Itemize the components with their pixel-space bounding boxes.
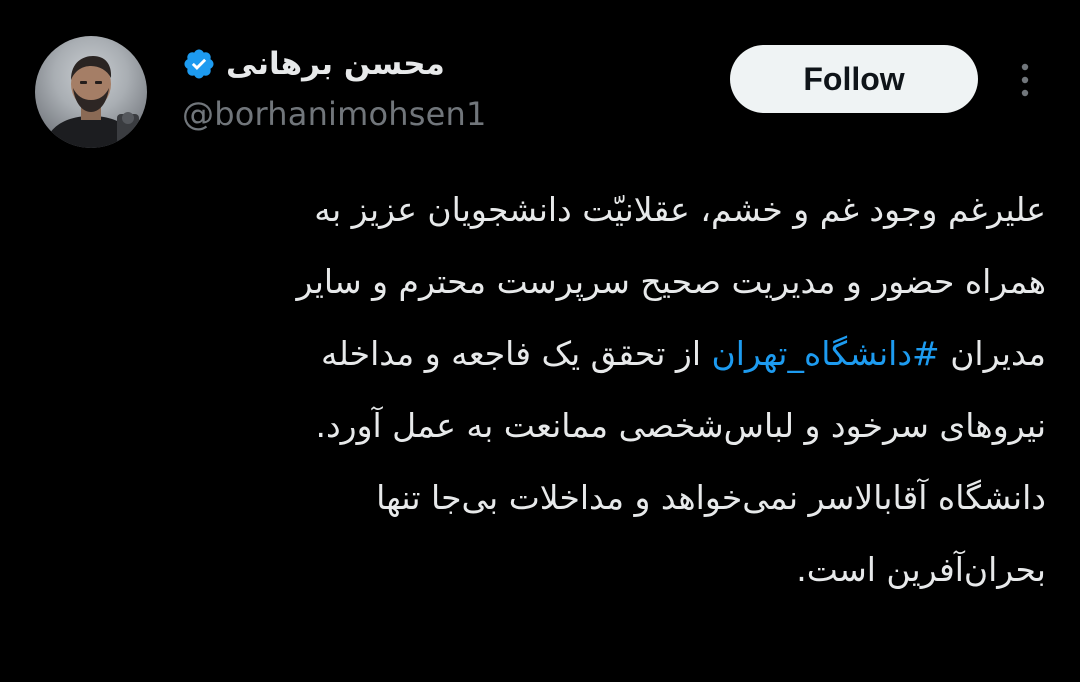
author-info: محسن برهانی @borhanimohsen1 bbox=[182, 42, 542, 142]
tweet-text-line: همراه حضور و مدیریت صحیح سرپرست محترم و … bbox=[296, 262, 1046, 301]
tweet-text-line: دانشگاه آقابالاسر نمی‌خواهد و مداخلات بی… bbox=[376, 478, 1046, 517]
hashtag-link[interactable]: #دانشگاه_تهران bbox=[711, 334, 939, 373]
author-display-name[interactable]: محسن برهانی bbox=[226, 42, 445, 86]
author-handle[interactable]: @borhanimohsen1 bbox=[182, 92, 487, 136]
avatar[interactable] bbox=[35, 36, 147, 148]
avatar-portrait-icon bbox=[43, 56, 139, 148]
tweet-text: علیرغم وجود غم و خشم، عقلانیّت دانشجویان… bbox=[36, 174, 1046, 606]
follow-button[interactable]: Follow bbox=[730, 45, 978, 113]
display-name-row[interactable]: محسن برهانی bbox=[182, 42, 445, 86]
more-vertical-icon bbox=[1021, 63, 1029, 97]
tweet-text-line: نیروهای سرخود و لباس‌شخصی ممانعت به عمل … bbox=[315, 406, 1046, 445]
more-options-button[interactable] bbox=[1008, 58, 1042, 102]
tweet-text-line: مدیران #دانشگاه_تهران از تحقق یک فاجعه و… bbox=[36, 318, 1046, 390]
tweet-text-line: علیرغم وجود غم و خشم، عقلانیّت دانشجویان… bbox=[314, 190, 1046, 229]
tweet-text-fragment: مدیران bbox=[939, 334, 1046, 373]
verified-badge-icon bbox=[184, 49, 214, 79]
tweet-text-line: بحران‌آفرین است. bbox=[796, 550, 1046, 589]
tweet-card: محسن برهانی @borhanimohsen1 Follow علیرغ… bbox=[0, 0, 1080, 682]
tweet-text-fragment: از تحقق یک فاجعه و مداخله bbox=[321, 334, 712, 373]
